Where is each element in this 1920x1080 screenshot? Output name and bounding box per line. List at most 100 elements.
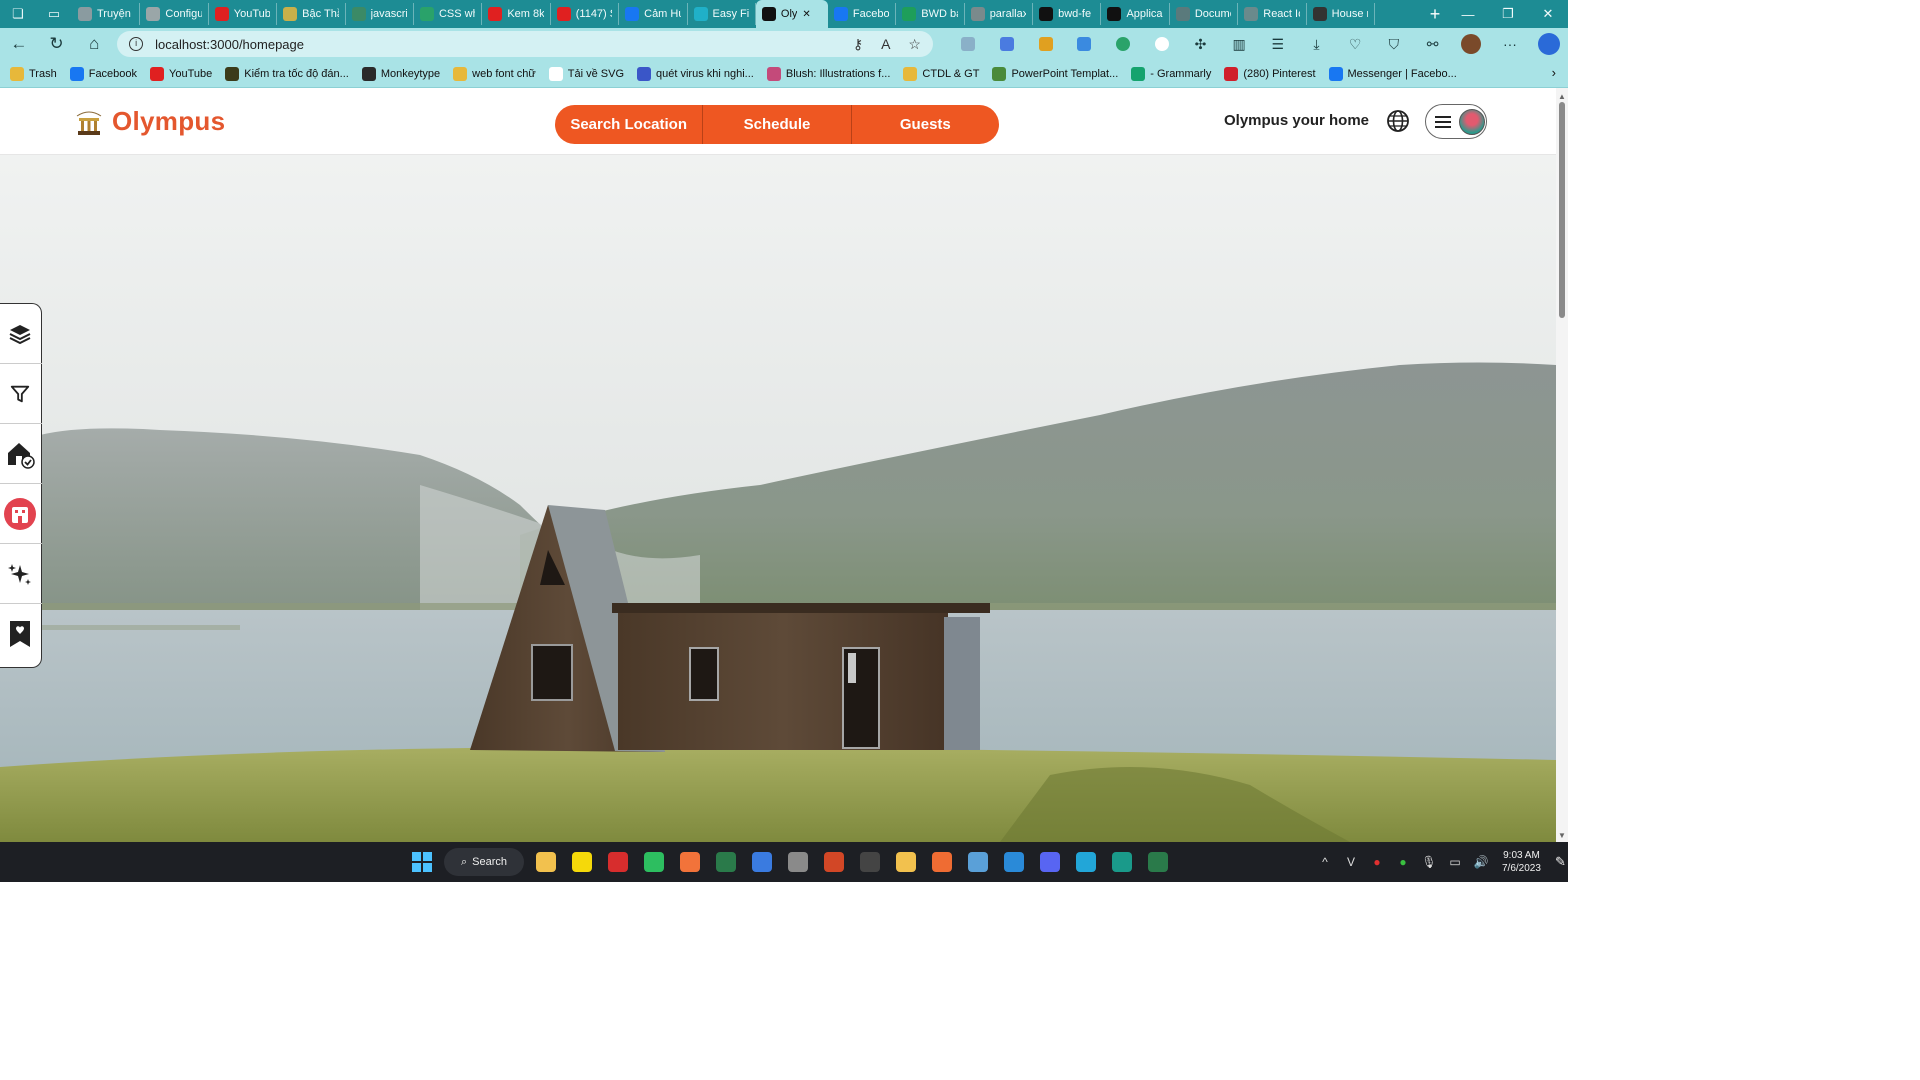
xampp-icon[interactable]	[672, 846, 708, 878]
browser-tab[interactable]: CSS whi	[414, 3, 483, 25]
restore-button[interactable]: ❐	[1488, 0, 1528, 28]
browser-tab[interactable]: BWD bả	[896, 3, 965, 25]
share-icon[interactable]: ⚯	[1413, 28, 1452, 60]
bookmark-item[interactable]: Monkeytype	[361, 66, 440, 81]
bookmark-item[interactable]: (280) Pinterest	[1224, 66, 1316, 81]
new-tab-button[interactable]: +	[1422, 4, 1448, 25]
todo-icon[interactable]	[744, 846, 780, 878]
extension-translate-icon[interactable]	[988, 28, 1027, 60]
wishlist-button[interactable]	[0, 604, 42, 664]
reload-button[interactable]: ↻	[38, 28, 76, 60]
site-info-icon[interactable]: i	[129, 37, 144, 51]
bookmark-item[interactable]: Kiểm tra tốc độ đán...	[225, 66, 349, 81]
browser-tab[interactable]: Docume	[1170, 3, 1239, 25]
tray-record-icon[interactable]: ●	[1364, 855, 1390, 869]
shield-app-icon[interactable]	[1104, 846, 1140, 878]
extensions-puzzle-icon[interactable]: ✣	[1181, 28, 1220, 60]
taskbar-clock[interactable]: 9:03 AM 7/6/2023	[1502, 849, 1541, 875]
notifications-icon[interactable]: ✎	[1555, 854, 1566, 870]
close-window-button[interactable]: ✕	[1528, 0, 1568, 28]
bookmark-item[interactable]: Trash	[10, 66, 57, 81]
ai-suggest-button[interactable]	[0, 544, 42, 604]
browser-tab[interactable]: Bậc Thầ	[277, 3, 346, 25]
filter-button[interactable]	[0, 364, 42, 424]
bookmark-item[interactable]: Facebook	[69, 66, 137, 81]
layers-button[interactable]	[0, 304, 42, 364]
browser-tab[interactable]: Easy Fil	[688, 3, 756, 25]
taskbar-search[interactable]: ⌕ Search	[444, 848, 524, 876]
sticky-notes-icon[interactable]	[564, 846, 600, 878]
bing-copilot-icon[interactable]	[1529, 28, 1568, 60]
hotels-button[interactable]	[0, 484, 42, 544]
page-scrollbar[interactable]: ▲ ▼	[1556, 88, 1568, 842]
scroll-up-arrow-icon[interactable]: ▲	[1558, 92, 1566, 101]
read-aloud-icon[interactable]: A	[881, 36, 890, 53]
browser-tab[interactable]: House r	[1307, 3, 1376, 25]
evernote-icon[interactable]	[636, 846, 672, 878]
bookmarks-overflow-icon[interactable]: ›	[1552, 65, 1556, 80]
bookmark-item[interactable]: PowerPoint Templat...	[992, 66, 1118, 81]
extension-wave-icon[interactable]	[1065, 28, 1104, 60]
browser-tab[interactable]: Cảm Hứ	[619, 3, 688, 25]
scroll-thumb[interactable]	[1559, 102, 1565, 318]
browser-tab[interactable]: Faceboo	[828, 3, 897, 25]
hs-app-2-icon[interactable]	[1140, 846, 1176, 878]
folder-icon[interactable]	[888, 846, 924, 878]
workspaces-icon[interactable]: ❏	[0, 0, 36, 28]
start-button[interactable]	[404, 846, 440, 878]
app-red-icon[interactable]	[600, 846, 636, 878]
photos-icon[interactable]	[960, 846, 996, 878]
browser-tab[interactable]: parallax	[965, 3, 1034, 25]
bookmark-item[interactable]: CTDL & GT	[903, 66, 979, 81]
search-location-button[interactable]: Search Location	[555, 105, 704, 144]
password-key-icon[interactable]: ⚷	[853, 36, 863, 53]
postman-icon[interactable]	[924, 846, 960, 878]
powerpoint-icon[interactable]	[816, 846, 852, 878]
browser-tab[interactable]: React Ic	[1238, 3, 1307, 25]
mic-app-icon[interactable]	[780, 846, 816, 878]
browser-tab[interactable]: Kem 8k	[482, 3, 551, 25]
performance-heart-icon[interactable]: ♡	[1336, 28, 1375, 60]
extension-grammarly-icon[interactable]	[1104, 28, 1143, 60]
profile-avatar[interactable]	[1452, 28, 1491, 60]
bookmark-item[interactable]: Tải về SVG	[548, 66, 624, 81]
microphone-icon[interactable]: 🎙	[1416, 855, 1442, 869]
browser-tab[interactable]: YouTube	[209, 3, 278, 25]
bookmark-item[interactable]: - Grammarly	[1131, 66, 1211, 81]
extension-shield-icon[interactable]	[949, 28, 988, 60]
browser-tab[interactable]: javascrip	[346, 3, 414, 25]
schedule-button[interactable]: Schedule	[703, 105, 852, 144]
settings-more-icon[interactable]: ···	[1491, 28, 1530, 60]
edge-icon[interactable]	[1068, 846, 1104, 878]
address-url[interactable]: localhost:3000/homepage	[155, 37, 841, 52]
browser-tab[interactable]: Truyện E	[72, 3, 141, 25]
bookmark-item[interactable]: quét virus khi nghi...	[637, 66, 754, 81]
downloads-icon[interactable]: ⤓	[1297, 28, 1336, 60]
bookmark-item[interactable]: YouTube	[150, 66, 212, 81]
guests-button[interactable]: Guests	[852, 105, 999, 144]
browser-tab[interactable]: (1147) S	[551, 3, 620, 25]
favorite-star-icon[interactable]: ☆	[908, 36, 921, 53]
back-button[interactable]: ←	[0, 28, 38, 60]
bookmark-item[interactable]: Blush: Illustrations f...	[766, 66, 890, 81]
saved-homes-button[interactable]	[0, 424, 42, 484]
home-button[interactable]: ⌂	[75, 28, 113, 60]
user-menu-button[interactable]	[1425, 104, 1487, 139]
extension-yellow-icon[interactable]	[1026, 28, 1065, 60]
favorites-list-icon[interactable]: ☰	[1258, 28, 1297, 60]
globe-icon[interactable]	[1386, 109, 1410, 133]
close-tab-icon[interactable]: ✕	[802, 9, 810, 20]
scroll-down-arrow-icon[interactable]: ▼	[1558, 831, 1566, 840]
bookmark-item[interactable]: web font chữ	[453, 66, 536, 81]
discord-icon[interactable]	[1032, 846, 1068, 878]
tray-vue-icon[interactable]: V	[1338, 855, 1364, 869]
network-icon[interactable]: ▭	[1442, 855, 1468, 869]
browser-tab[interactable]: bwd-fe	[1033, 3, 1102, 25]
browser-essentials-icon[interactable]: ⛉	[1375, 28, 1414, 60]
volume-icon[interactable]: 🔊	[1468, 855, 1494, 869]
hs-app-icon[interactable]	[708, 846, 744, 878]
tab-actions-icon[interactable]: ▭	[36, 0, 72, 28]
address-bar[interactable]: i localhost:3000/homepage ⚷ A ☆	[117, 31, 933, 57]
browser-tab[interactable]: Configu	[140, 3, 209, 25]
file-explorer-icon[interactable]	[528, 846, 564, 878]
